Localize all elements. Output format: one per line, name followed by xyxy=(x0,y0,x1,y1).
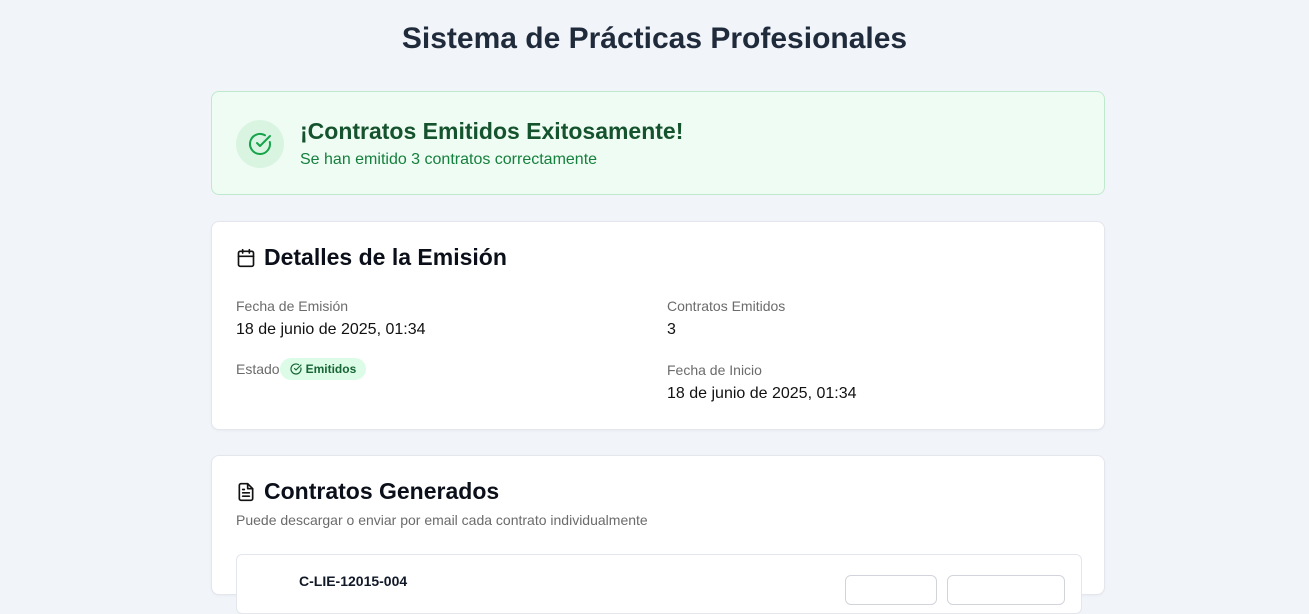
issuance-details-title: Detalles de la Emisión xyxy=(264,244,507,270)
download-button[interactable] xyxy=(845,575,937,605)
status-badge-label: Emitidos xyxy=(305,362,357,376)
generated-contracts-header: Contratos Generados xyxy=(236,478,499,505)
check-circle-icon xyxy=(249,132,271,155)
estado-label: Estado xyxy=(236,361,280,377)
issuance-details-header: Detalles de la Emisión xyxy=(236,244,507,271)
success-subtitle: Se han emitido 3 contratos correctamente xyxy=(300,151,598,168)
fecha-inicio-label: Fecha de Inicio xyxy=(667,362,762,378)
document-icon xyxy=(238,482,254,501)
fecha-emision-label: Fecha de Emisión xyxy=(236,298,349,314)
send-email-button[interactable] xyxy=(947,575,1065,605)
contratos-emitidos-field: Contratos Emitidos 3 xyxy=(667,298,785,339)
fecha-inicio-value: 18 de junio de 2025, 01:34 xyxy=(667,385,857,402)
issuance-details-card: Detalles de la Emisión Fecha de Emisión … xyxy=(211,221,1105,430)
generated-contracts-card: Contratos Generados Puede descargar o en… xyxy=(211,455,1105,614)
list-item: C-LIE-12015-004 xyxy=(236,554,1082,614)
success-icon-container xyxy=(236,120,284,168)
status-badge: Emitidos xyxy=(279,358,367,380)
success-banner: ¡Contratos Emitidos Exitosamente! Se han… xyxy=(211,91,1105,195)
calendar-icon xyxy=(237,248,255,267)
fecha-emision-field: Fecha de Emisión 18 de junio de 2025, 01… xyxy=(236,298,426,339)
contratos-emitidos-label: Contratos Emitidos xyxy=(667,298,786,314)
check-circle-icon xyxy=(290,363,302,375)
page-title: Sistema de Prácticas Profesionales xyxy=(401,22,908,55)
contratos-emitidos-value: 3 xyxy=(667,321,676,338)
contract-code: C-LIE-12015-004 xyxy=(299,573,408,589)
fecha-inicio-field: Fecha de Inicio 18 de junio de 2025, 01:… xyxy=(667,362,857,403)
generated-contracts-description: Puede descargar o enviar por email cada … xyxy=(236,512,648,528)
success-title: ¡Contratos Emitidos Exitosamente! xyxy=(300,118,684,144)
estado-field: Estado Emitidos xyxy=(236,358,367,380)
fecha-emision-value: 18 de junio de 2025, 01:34 xyxy=(236,321,426,338)
generated-contracts-title: Contratos Generados xyxy=(264,478,500,504)
